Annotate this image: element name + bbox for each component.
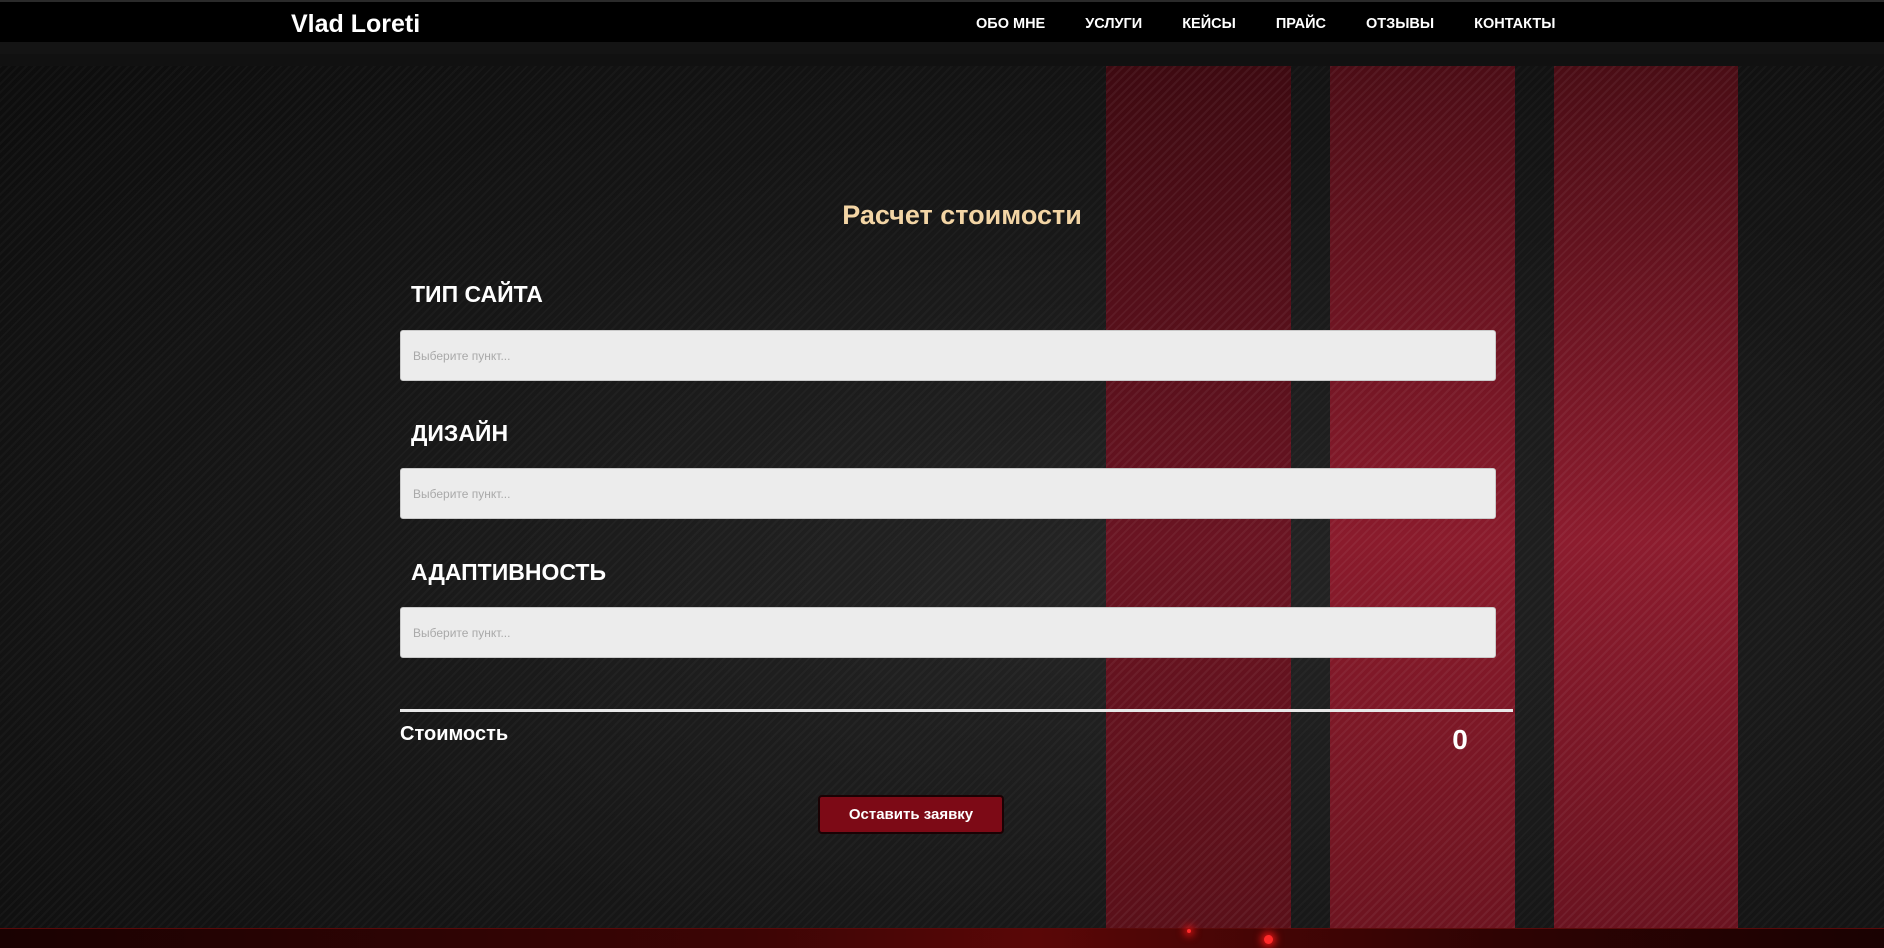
brand-logo[interactable]: Vlad Loreti <box>291 10 420 39</box>
nav-pricing[interactable]: ПРАЙС <box>1276 16 1326 32</box>
calculator-title: Расчет стоимости <box>842 200 1082 230</box>
main-nav: ОБО МНЕ УСЛУГИ КЕЙСЫ ПРАЙС ОТЗЫВЫ КОНТАК… <box>976 16 1555 32</box>
design-label: ДИЗАЙН <box>411 420 509 446</box>
divider <box>400 709 1513 712</box>
cost-value: 0 <box>1452 724 1468 755</box>
cost-label: Стоимость <box>400 723 509 745</box>
glow-dot <box>1264 935 1273 944</box>
nav-about[interactable]: ОБО МНЕ <box>976 16 1045 32</box>
site-header: Vlad Loreti ОБО МНЕ УСЛУГИ КЕЙСЫ ПРАЙС О… <box>0 0 1884 54</box>
nav-reviews[interactable]: ОТЗЫВЫ <box>1366 16 1434 32</box>
red-stripe <box>1554 66 1738 928</box>
nav-cases[interactable]: КЕЙСЫ <box>1182 16 1236 32</box>
nav-contacts[interactable]: КОНТАКТЫ <box>1474 16 1555 32</box>
adaptivity-select[interactable]: Выберите пункт... <box>400 607 1496 658</box>
glow-dot <box>1187 929 1191 933</box>
design-select[interactable]: Выберите пункт... <box>400 468 1496 519</box>
footer-band <box>0 928 1884 948</box>
adaptivity-label: АДАПТИВНОСТЬ <box>411 559 606 585</box>
submit-request-button[interactable]: Оставить заявку <box>818 795 1004 834</box>
nav-services[interactable]: УСЛУГИ <box>1085 16 1142 32</box>
page: Vlad Loreti ОБО МНЕ УСЛУГИ КЕЙСЫ ПРАЙС О… <box>0 0 1884 948</box>
site-type-select[interactable]: Выберите пункт... <box>400 330 1496 381</box>
site-type-label: ТИП САЙТА <box>411 281 543 307</box>
